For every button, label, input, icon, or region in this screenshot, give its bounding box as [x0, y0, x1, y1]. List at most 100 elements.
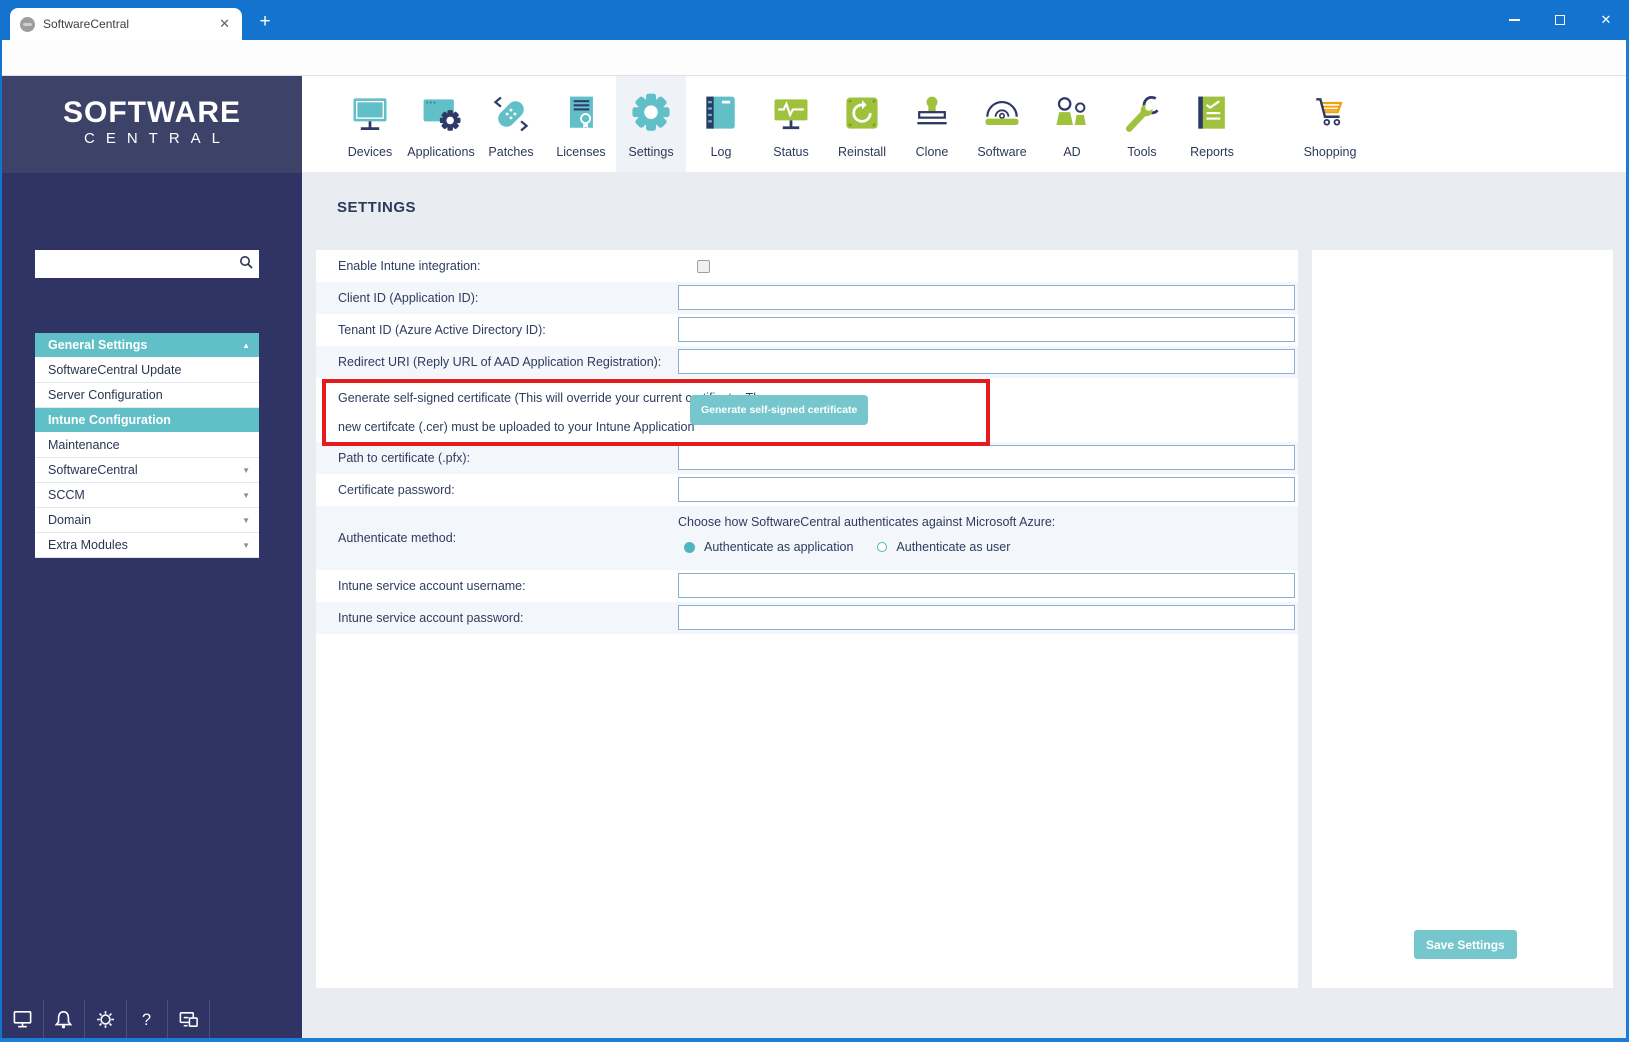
- form-row-generate-self-signed-certificate: Generate self-signed certificate (This w…: [316, 378, 1298, 442]
- devices-icon: [348, 92, 392, 141]
- sidebar-item-domain[interactable]: Domain▼: [35, 508, 259, 533]
- nav-item-label: Status: [773, 145, 808, 159]
- window-border-bottom: [0, 1038, 1629, 1042]
- nav-item-label: AD: [1063, 145, 1080, 159]
- sidebar-item-server-configuration[interactable]: Server Configuration: [35, 383, 259, 408]
- sidebar-search: [35, 250, 259, 278]
- sidebar-item-maintenance[interactable]: Maintenance: [35, 433, 259, 458]
- nav-item-patches[interactable]: Patches: [476, 76, 546, 172]
- app-logo: SOFTWARE CENTRAL: [2, 98, 302, 150]
- save-settings-button[interactable]: Save Settings: [1414, 930, 1517, 959]
- chevron-down-icon: ▼: [242, 508, 250, 533]
- field-label: Tenant ID (Azure Active Directory ID):: [338, 314, 546, 346]
- clone-icon: [910, 92, 954, 141]
- nav-item-shopping[interactable]: Shopping: [1295, 76, 1365, 172]
- nav-item-log[interactable]: Log: [686, 76, 756, 172]
- form-row-redirect-uri: Redirect URI (Reply URL of AAD Applicati…: [316, 346, 1298, 378]
- authenticate-method-radio-group: Authenticate as application Authenticate …: [684, 540, 1034, 554]
- nav-item-label: Applications: [407, 145, 474, 159]
- chevron-down-icon: ▼: [242, 483, 250, 508]
- settings-form-panel: Enable Intune integration:Client ID (App…: [316, 250, 1298, 988]
- form-row-client-id: Client ID (Application ID):: [316, 282, 1298, 314]
- nav-item-label: Reports: [1190, 145, 1234, 159]
- top-navigation: Devices Applications Patches Licenses Sett…: [302, 76, 1627, 172]
- sidebar-item-general-settings[interactable]: General Settings▲: [35, 333, 259, 358]
- nav-item-reinstall[interactable]: Reinstall: [827, 76, 897, 172]
- client-id-input[interactable]: [678, 285, 1295, 310]
- window-border-left: [0, 40, 2, 1042]
- main-content: SETTINGS Enable Intune integration:Clien…: [302, 172, 1627, 1038]
- radio-selected-icon: [684, 542, 695, 553]
- nav-item-clone[interactable]: Clone: [897, 76, 967, 172]
- reports-icon: [1190, 92, 1234, 141]
- sidebar-item-extra-modules[interactable]: Extra Modules▼: [35, 533, 259, 558]
- favicon: [20, 17, 35, 32]
- form-row-authenticate-method: Authenticate method:Choose how SoftwareC…: [316, 506, 1298, 570]
- field-label: Redirect URI (Reply URL of AAD Applicati…: [338, 346, 661, 378]
- help-icon[interactable]: ?: [127, 1000, 169, 1038]
- nav-item-licenses[interactable]: Licenses: [546, 76, 616, 172]
- page-title: SETTINGS: [337, 199, 416, 216]
- nav-item-label: Reinstall: [838, 145, 886, 159]
- field-label: Client ID (Application ID):: [338, 282, 478, 314]
- licenses-icon: [559, 92, 603, 141]
- new-tab-button[interactable]: +: [252, 12, 278, 34]
- nav-item-ad[interactable]: AD: [1037, 76, 1107, 172]
- chevron-down-icon: ▼: [242, 533, 250, 558]
- remote-desktop-icon[interactable]: [168, 1000, 210, 1038]
- radio-unselected-icon: [877, 542, 887, 552]
- gear-icon[interactable]: [85, 1000, 127, 1038]
- minimize-button[interactable]: [1491, 0, 1537, 40]
- radio-authenticate-as-user[interactable]: Authenticate as user: [877, 540, 1010, 554]
- nav-item-applications[interactable]: Applications: [406, 76, 476, 172]
- right-panel: Save Settings: [1312, 250, 1613, 988]
- search-input[interactable]: [35, 252, 233, 276]
- form-row-intune-service-account-username: Intune service account username:: [316, 570, 1298, 602]
- sidebar-item-softwarecentral-update[interactable]: SoftwareCentral Update: [35, 358, 259, 383]
- reinstall-icon: [840, 92, 884, 141]
- field-label: Authenticate method:: [338, 506, 456, 570]
- sidebar-item-sccm[interactable]: SCCM▼: [35, 483, 259, 508]
- svg-text:?: ?: [142, 1010, 151, 1028]
- nav-item-software[interactable]: Software: [967, 76, 1037, 172]
- software-icon: [980, 92, 1024, 141]
- sidebar-status-bar: ?: [2, 1000, 302, 1038]
- intune-service-account-username-input[interactable]: [678, 573, 1295, 598]
- nav-item-status[interactable]: Status: [756, 76, 826, 172]
- enable-intune-integration-checkbox[interactable]: [697, 260, 710, 273]
- nav-item-devices[interactable]: Devices: [335, 76, 405, 172]
- chevron-up-icon: ▲: [242, 333, 250, 358]
- radio-authenticate-as-application[interactable]: Authenticate as application: [684, 540, 853, 554]
- status-icon: [769, 92, 813, 141]
- monitor-icon[interactable]: [2, 1000, 44, 1038]
- tenant-id-input[interactable]: [678, 317, 1295, 342]
- maximize-button[interactable]: [1537, 0, 1583, 40]
- intune-service-account-password-input[interactable]: [678, 605, 1295, 630]
- nav-item-label: Patches: [488, 145, 533, 159]
- bell-icon[interactable]: [44, 1000, 86, 1038]
- nav-item-settings[interactable]: Settings: [616, 76, 686, 172]
- path-to-certificate-input[interactable]: [678, 445, 1295, 470]
- certificate-password-input[interactable]: [678, 477, 1295, 502]
- tab-close-icon[interactable]: ✕: [215, 16, 234, 32]
- generate-self-signed-certificate-button[interactable]: Generate self-signed certificate: [690, 395, 868, 425]
- applications-icon: [419, 92, 463, 141]
- form-row-enable-intune-integration: Enable Intune integration:: [316, 250, 1298, 282]
- field-label: Path to certificate (.pfx):: [338, 442, 470, 474]
- redirect-uri-input[interactable]: [678, 349, 1295, 374]
- field-label: Enable Intune integration:: [338, 250, 480, 282]
- nav-item-label: Devices: [348, 145, 392, 159]
- chevron-down-icon: ▼: [242, 458, 250, 483]
- nav-item-tools[interactable]: Tools: [1107, 76, 1177, 172]
- shopping-icon: [1308, 92, 1352, 141]
- sidebar: SOFTWARE CENTRAL General Settings▲Softwa…: [2, 76, 302, 1038]
- close-button[interactable]: ✕: [1583, 0, 1629, 40]
- sidebar-item-intune-configuration[interactable]: Intune Configuration: [35, 408, 259, 433]
- nav-item-label: Clone: [916, 145, 949, 159]
- browser-tab[interactable]: SoftwareCentral ✕: [10, 8, 242, 40]
- sidebar-item-softwarecentral[interactable]: SoftwareCentral▼: [35, 458, 259, 483]
- nav-item-label: Licenses: [556, 145, 605, 159]
- search-icon[interactable]: [233, 255, 259, 274]
- nav-item-reports[interactable]: Reports: [1177, 76, 1247, 172]
- settings-icon: [629, 92, 673, 141]
